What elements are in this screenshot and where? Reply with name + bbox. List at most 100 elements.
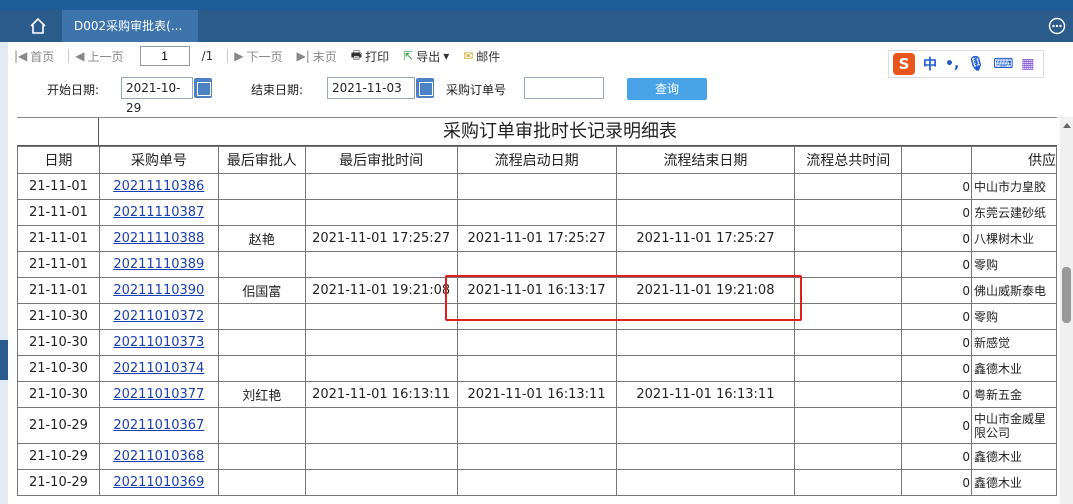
end-cell	[615, 469, 796, 496]
start-date-input[interactable]: 2021-10-29	[121, 77, 193, 115]
approve-time-cell: 2021-11-01 17:25:27	[304, 225, 458, 252]
col-header[interactable]: 流程结束日期	[615, 146, 796, 174]
query-button[interactable]: 查询	[627, 78, 707, 100]
end-cell	[615, 251, 796, 278]
po-number-link[interactable]: 20211010367	[113, 418, 204, 433]
more-icon[interactable]	[1048, 17, 1066, 35]
calendar-icon[interactable]	[416, 78, 434, 98]
ime-toolbar[interactable]: S 中 •, 🎙 ⌨ ▦	[888, 50, 1044, 78]
print-button[interactable]: 🖶 打印	[351, 46, 389, 67]
col-header[interactable]: 供应	[970, 146, 1057, 174]
total-cell	[794, 225, 903, 252]
po-number-link[interactable]: 20211010373	[113, 335, 204, 350]
po-number-cell: 20211110388	[98, 225, 219, 252]
po-number-link[interactable]: 20211110386	[113, 179, 204, 194]
col-header[interactable]: 流程总共时间	[794, 146, 903, 174]
table-row: 21-11-01 20211110386 0 中山市力皇胶	[17, 173, 1057, 200]
po-number-link[interactable]: 20211010368	[113, 449, 204, 464]
scrollbar-thumb[interactable]	[1062, 267, 1071, 323]
po-number-link[interactable]: 20211010374	[113, 361, 204, 376]
export-button[interactable]: ⇱ 导出 ▾	[403, 48, 449, 65]
first-page-icon: |◀	[14, 49, 28, 63]
po-number-cell: 20211110386	[98, 173, 219, 200]
ime-mode[interactable]: 中	[923, 54, 937, 74]
mail-button[interactable]: ✉ 邮件	[463, 48, 500, 65]
approve-time-cell	[304, 407, 458, 444]
report-title: 采购订单审批时长记录明细表	[99, 118, 1057, 146]
col-header[interactable]: 日期	[17, 146, 100, 174]
num-cell: 0	[901, 355, 972, 382]
page-number-input[interactable]	[139, 46, 190, 66]
end-date-input[interactable]: 2021-11-03	[327, 77, 415, 99]
num-cell: 0	[901, 199, 972, 226]
supplier-cell: 佛山威斯泰电	[970, 277, 1057, 304]
toolbar-divider	[227, 49, 229, 63]
ime-punct[interactable]: •,	[945, 56, 959, 72]
date-cell: 21-10-29	[17, 443, 100, 470]
approver-cell	[217, 407, 306, 444]
last-page-icon: ▶|	[296, 49, 310, 63]
prev-page-button[interactable]: ◀ 上一页	[75, 48, 123, 65]
table-row: 21-10-30 20211010373 0 新感觉	[17, 329, 1057, 356]
num-cell: 0	[901, 225, 972, 252]
total-cell	[794, 469, 903, 496]
calendar-icon[interactable]	[194, 78, 212, 98]
supplier-cell: 东莞云建砂纸	[970, 199, 1057, 226]
chevron-down-icon: ▾	[443, 49, 450, 63]
supplier-cell: 零购	[970, 251, 1057, 278]
last-page-button[interactable]: ▶| 末页	[296, 48, 336, 65]
start-cell	[456, 329, 617, 356]
date-cell: 21-10-30	[17, 355, 100, 382]
col-header[interactable]: 采购单号	[98, 146, 219, 174]
top-strip	[0, 0, 1073, 10]
end-cell	[615, 407, 796, 444]
table-row: 21-11-01 20211110388 赵艳 2021-11-01 17:25:27…	[17, 225, 1057, 252]
first-page-button[interactable]: |◀ 首页	[14, 48, 54, 65]
po-number-cell: 20211110387	[98, 199, 219, 226]
po-number-link[interactable]: 20211110388	[113, 231, 204, 246]
filter-bar: 开始日期: 2021-10-29 结束日期: 2021-11-03 采购订单号 …	[0, 76, 1073, 115]
start-cell: 2021-11-01 17:25:27	[456, 225, 617, 252]
po-number-link[interactable]: 20211110390	[113, 283, 204, 298]
start-cell	[456, 251, 617, 278]
col-header[interactable]: 最后审批时间	[304, 146, 458, 174]
mic-icon[interactable]: 🎙	[967, 56, 985, 72]
po-number-cell: 20211010373	[98, 329, 219, 356]
left-sidebar-marker	[0, 340, 8, 380]
approver-cell: 赵艳	[217, 225, 306, 252]
num-cell: 0	[901, 329, 972, 356]
keyboard-icon[interactable]: ⌨	[993, 56, 1013, 72]
approver-cell	[217, 199, 306, 226]
start-cell	[456, 173, 617, 200]
po-number-link[interactable]: 20211010377	[113, 387, 204, 402]
approve-time-cell	[304, 199, 458, 226]
num-cell: 0	[901, 469, 972, 496]
total-cell	[794, 199, 903, 226]
export-icon: ⇱	[403, 49, 414, 63]
end-cell	[615, 173, 796, 200]
supplier-cell: 零购	[970, 303, 1057, 330]
po-number-input[interactable]	[524, 77, 604, 99]
total-cell	[794, 407, 903, 444]
home-button[interactable]	[14, 14, 62, 38]
po-number-link[interactable]: 20211110389	[113, 257, 204, 272]
start-cell	[456, 199, 617, 226]
num-cell: 0	[901, 251, 972, 278]
title-corner-cell	[17, 118, 99, 146]
po-number-link[interactable]: 20211010372	[113, 309, 204, 324]
tab-d002[interactable]: D002采购审批表(...	[62, 10, 198, 42]
po-number-link[interactable]: 20211110387	[113, 205, 204, 220]
col-header[interactable]: 最后审批人	[217, 146, 306, 174]
grid-icon[interactable]: ▦	[1021, 56, 1034, 72]
scroll-up-icon[interactable]	[1063, 123, 1071, 128]
vertical-scrollbar[interactable]	[1060, 117, 1073, 504]
end-cell	[615, 355, 796, 382]
approve-time-cell: 2021-11-01 16:13:11	[304, 381, 458, 408]
col-header[interactable]: 流程启动日期	[456, 146, 617, 174]
next-page-button[interactable]: ▶ 下一页	[234, 48, 282, 65]
start-cell	[456, 355, 617, 382]
num-cell: 0	[901, 173, 972, 200]
po-number-cell: 20211010372	[98, 303, 219, 330]
approver-cell	[217, 469, 306, 496]
po-number-link[interactable]: 20211010369	[113, 475, 204, 490]
